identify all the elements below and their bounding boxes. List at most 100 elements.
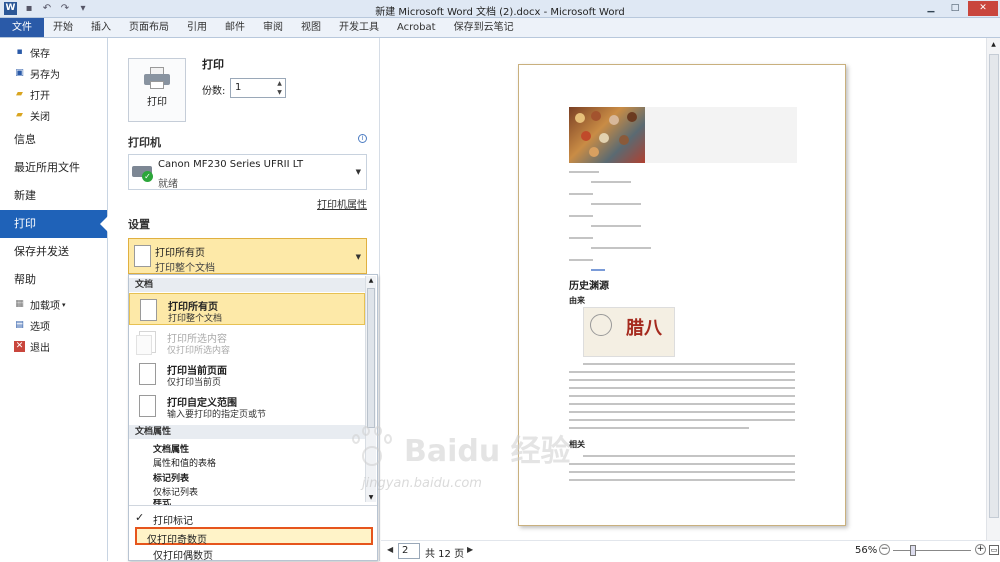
ribbon-tab[interactable]: Acrobat [388,18,445,37]
text-line [569,259,593,261]
option-subtitle: 输入要打印的指定页或节 [167,410,267,420]
option-print-custom[interactable]: 打印自定义范围 输入要打印的指定页或节 [129,390,365,422]
nav-close-label: 关闭 [30,112,50,123]
nav-options-label: 选项 [30,322,50,333]
next-page-icon[interactable]: ▶ [467,545,473,554]
text-line [569,371,795,373]
text-line [569,403,795,405]
option-props-table[interactable]: 属性和值的表格 [153,456,216,469]
printer-name: Canon MF230 Series UFRII LT [158,159,304,170]
group-header-doc-properties: 文档属性 [129,425,365,439]
ribbon-tab[interactable]: 视图 [292,18,330,37]
zoom-slider-thumb[interactable] [909,545,916,556]
text-line [583,363,795,365]
option-odd-pages[interactable]: 仅打印奇数页 [135,527,373,546]
nav-save-send[interactable]: 保存并发送 [0,238,107,266]
option-print-selection[interactable]: 打印所选内容 仅打印所选内容 [129,326,365,358]
ribbon-tab[interactable]: 页面布局 [120,18,178,37]
option-doc-properties[interactable]: 文档属性 [153,442,189,455]
option-print-current[interactable]: 打印当前页面 仅打印当前页 [129,358,365,390]
copies-spinner[interactable]: ▲ ▼ [274,79,285,97]
nav-exit[interactable]: ✕ 退出 [0,336,107,357]
preview-heading-history: 历史渊源 [569,281,609,292]
print-range-dropdown: 文档 打印所有页 打印整个文档 打印所选内容 仅打印所选内容 打印当前页面 仅打… [128,274,378,562]
print-range-select[interactable]: 打印所有页 打印整个文档 ▼ [128,238,367,274]
close-icon[interactable]: ✕ [968,1,998,16]
option-markup-only[interactable]: 仅标记列表 [153,485,198,498]
baidu-paw-logo [348,426,394,472]
nav-recent[interactable]: 最近所用文件 [0,154,107,182]
zoom-to-page-icon[interactable]: ▭ [989,545,999,555]
settings-section-title: 设置 [128,218,150,231]
maximize-icon[interactable]: □ [944,1,966,16]
printer-icon [144,67,170,89]
ribbon-tab[interactable]: 插入 [82,18,120,37]
scroll-thumb[interactable] [989,54,999,518]
prev-page-icon[interactable]: ◀ [387,545,393,554]
minimize-icon[interactable]: ▁ [920,1,942,16]
scroll-up-icon[interactable]: ▲ [366,277,376,284]
printer-ready-icon: ✓ [132,160,154,182]
print-button[interactable]: 打印 [128,58,186,122]
ribbon-tab[interactable]: 引用 [178,18,216,37]
nav-save-as[interactable]: ▣ 另存为 [0,63,107,84]
option-print-all[interactable]: 打印所有页 打印整个文档 [129,293,365,325]
page-number-input[interactable]: 2 [398,543,420,559]
ribbon-tab[interactable]: 保存到云笔记 [445,18,523,37]
ribbon-tab[interactable]: 邮件 [216,18,254,37]
text-line [569,395,795,397]
nav-addins[interactable]: ▦ 加载项 ▾ [0,294,107,315]
printer-select[interactable]: ✓ Canon MF230 Series UFRII LT 就绪 ▼ [128,154,367,190]
nav-save[interactable]: ▪ 保存 [0,42,107,63]
text-line [569,171,599,173]
nav-open-label: 打开 [30,91,50,102]
nav-print[interactable]: 打印 [0,210,108,238]
nav-help[interactable]: 帮助 [0,266,107,294]
option-markup-list[interactable]: 标记列表 [153,471,189,484]
scroll-up-icon[interactable]: ▲ [987,41,1000,48]
nav-options[interactable]: ▤ 选项 [0,315,107,336]
custom-range-icon [136,395,156,419]
close-file-icon: ▰ [16,110,23,120]
spin-up-icon[interactable]: ▲ [274,79,285,88]
option-subtitle: 仅打印所选内容 [167,346,231,356]
preview-poster-image: 腊八 [583,307,675,357]
print-button-label: 打印 [147,97,167,108]
save-as-icon: ▣ [15,68,24,78]
ribbon-tab[interactable]: 文件 [0,18,44,37]
option-subtitle: 仅打印当前页 [167,378,222,388]
nav-exit-label: 退出 [30,343,50,354]
exit-icon: ✕ [14,341,25,352]
zoom-level[interactable]: 56% [855,545,877,556]
option-even-pages[interactable]: 仅打印偶数页 [153,547,213,562]
nav-addins-label: 加载项 [30,301,60,312]
ribbon-tab[interactable]: 审阅 [254,18,292,37]
poster-ring-icon [590,314,612,336]
nav-save-label: 保存 [30,49,50,60]
watermark-text: Baidu 经验 [404,434,571,469]
zoom-out-icon[interactable]: − [879,544,890,555]
ribbon-tab[interactable]: 开始 [44,18,82,37]
options-icon: ▤ [15,320,24,330]
info-icon[interactable]: i [358,134,367,143]
nav-open[interactable]: ▰ 打开 [0,84,107,105]
spin-down-icon[interactable]: ▼ [274,88,285,97]
checkmark-icon: ✓ [135,511,145,524]
option-print-markup[interactable]: ✓ 打印标记 [135,507,373,527]
text-line [569,215,593,217]
chevron-down-icon: ▼ [355,168,361,176]
title-bar: W ▪ ↶ ↷ ▾ 新建 Microsoft Word 文档 (2).docx … [0,0,1000,18]
print-markup-label: 打印标记 [153,516,193,527]
preview-scrollbar[interactable]: ▲ [986,38,1000,540]
watermark-url: jingyan.baidu.com [362,476,482,491]
nav-info[interactable]: 信息 [0,126,107,154]
scroll-thumb[interactable] [367,288,375,428]
nav-close[interactable]: ▰ 关闭 [0,105,107,126]
window-title: 新建 Microsoft Word 文档 (2).docx - Microsof… [375,7,625,18]
nav-new[interactable]: 新建 [0,182,107,210]
ribbon-tab[interactable]: 开发工具 [330,18,388,37]
zoom-slider[interactable] [893,550,971,551]
zoom-in-icon[interactable]: + [975,544,986,555]
print-range-subtitle: 打印整个文档 [155,263,215,274]
printer-properties-link[interactable]: 打印机属性 [317,196,367,211]
